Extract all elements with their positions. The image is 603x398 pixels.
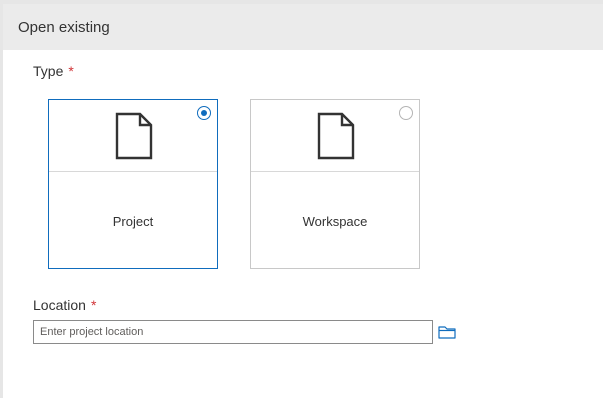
- type-option-workspace[interactable]: Workspace: [250, 99, 420, 269]
- document-icon: [317, 112, 355, 160]
- type-option-project[interactable]: Project: [48, 99, 218, 269]
- type-required-marker: *: [68, 63, 74, 79]
- document-icon: [115, 112, 153, 160]
- type-label-text: Type: [33, 63, 64, 79]
- open-existing-dialog: Open existing Type * Project Workspace Lo…: [3, 4, 603, 398]
- card-icon-area: [251, 100, 419, 172]
- folder-icon[interactable]: [438, 324, 456, 340]
- dialog-title: Open existing: [18, 19, 110, 36]
- radio-selected-dot: [201, 110, 207, 116]
- location-required-marker: *: [90, 297, 97, 313]
- type-label: Type *: [33, 63, 74, 79]
- dialog-header: Open existing: [3, 4, 603, 50]
- location-input[interactable]: [33, 320, 433, 344]
- project-option-label: Project: [112, 214, 154, 229]
- location-label: Location *: [33, 297, 96, 313]
- card-icon-area: [49, 100, 217, 172]
- workspace-option-label: Workspace: [302, 214, 368, 229]
- project-radio[interactable]: [197, 106, 211, 120]
- location-label-text: Location: [33, 297, 86, 313]
- workspace-radio[interactable]: [399, 106, 413, 120]
